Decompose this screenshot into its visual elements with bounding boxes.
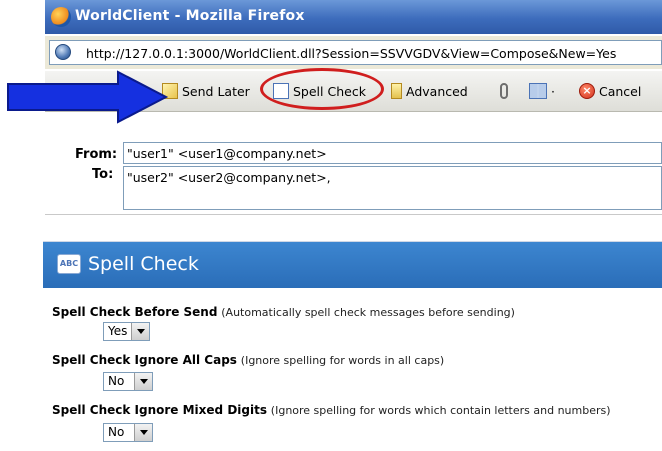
option-before-send-title: Spell Check Before Send [52, 305, 218, 319]
option-ignore-caps-description: (Ignore spelling for words in all caps) [240, 354, 445, 367]
to-field[interactable]: "user2" <user2@company.net>, [123, 166, 662, 210]
option-ignore-mixed-digits-title: Spell Check Ignore Mixed Digits [52, 403, 267, 417]
before-send-select[interactable]: Yes [103, 322, 151, 341]
window-title: WorldClient - Mozilla Firefox [75, 8, 305, 24]
ignore-caps-value: No [108, 374, 125, 388]
before-send-value: Yes [108, 324, 128, 338]
option-ignore-caps-title: Spell Check Ignore All Caps [52, 353, 237, 367]
firefox-icon [51, 7, 71, 27]
send-later-label: Send Later [182, 83, 250, 99]
toolbar-separator: · [551, 83, 555, 99]
advanced-icon [391, 83, 402, 99]
spell-check-highlight-circle [260, 68, 384, 110]
chevron-down-icon[interactable] [131, 323, 150, 340]
ignore-mixed-digits-value: No [108, 425, 125, 439]
from-label: From: [75, 147, 118, 162]
address-book-button[interactable]: · [529, 80, 555, 102]
chevron-down-icon[interactable] [134, 424, 153, 441]
chevron-down-icon[interactable] [134, 373, 153, 390]
send-later-button[interactable]: Send Later [162, 80, 250, 102]
option-ignore-caps: Spell Check Ignore All Caps (Ignore spel… [52, 353, 444, 367]
url-text[interactable]: http://127.0.0.1:3000/WorldClient.dll?Se… [86, 46, 616, 61]
cancel-button[interactable]: × Cancel [579, 80, 641, 102]
ignore-mixed-digits-select[interactable]: No [103, 423, 154, 442]
ignore-caps-select[interactable]: No [103, 372, 154, 391]
advanced-button[interactable]: Advanced [391, 80, 468, 102]
to-label: To: [92, 167, 114, 182]
option-before-send-description: (Automatically spell check messages befo… [221, 306, 515, 319]
paperclip-icon [500, 83, 508, 99]
option-before-send: Spell Check Before Send (Automatically s… [52, 305, 515, 319]
from-field[interactable]: "user1" <user1@company.net> [123, 142, 662, 164]
address-book-icon [529, 83, 547, 99]
pointer-arrow-icon [7, 70, 169, 124]
globe-icon [55, 44, 71, 60]
spell-check-panel-title: Spell Check [88, 253, 199, 275]
option-ignore-mixed-digits: Spell Check Ignore Mixed Digits (Ignore … [52, 403, 611, 417]
screenshot-divider [45, 214, 662, 215]
option-ignore-mixed-digits-description: (Ignore spelling for words which contain… [270, 404, 611, 417]
attach-button[interactable] [500, 80, 508, 102]
cancel-icon: × [579, 83, 595, 99]
spell-check-abc-icon: ABC [57, 254, 81, 274]
window-titlebar: WorldClient - Mozilla Firefox [45, 0, 662, 34]
cancel-label: Cancel [599, 83, 642, 99]
advanced-label: Advanced [406, 83, 468, 99]
